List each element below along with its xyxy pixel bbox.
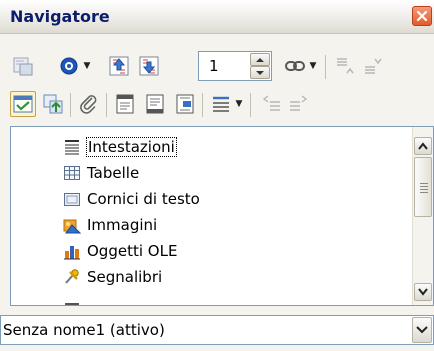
navigation-icon [13, 57, 33, 76]
promote-chapter-button[interactable] [332, 53, 358, 79]
header-button[interactable] [40, 91, 66, 117]
spinner-down-button[interactable] [250, 66, 270, 79]
previous-button[interactable] [106, 53, 132, 79]
header-navigation-icon [116, 94, 134, 114]
list-item-label: Cornici di testo [87, 190, 200, 208]
text-frames-icon [64, 193, 80, 206]
close-button[interactable] [412, 6, 432, 26]
grip-line [420, 192, 428, 193]
header-navigation-button[interactable] [112, 91, 138, 117]
navigator-window: Navigatore ▼ 1 ▼ ▼ Intestazioni Tabelle … [0, 0, 434, 351]
vertical-scrollbar[interactable] [412, 127, 433, 305]
footer-navigation-button[interactable] [142, 91, 168, 117]
content-list[interactable]: Intestazioni Tabelle Cornici di testo Im… [10, 126, 434, 306]
page-number-value[interactable]: 1 [209, 57, 219, 75]
anchor-text-button[interactable] [172, 91, 198, 117]
list-item-partial[interactable] [63, 290, 383, 305]
scroll-down-button[interactable] [414, 283, 432, 301]
spinner-buttons [250, 53, 270, 79]
navigation-dropdown-arrow[interactable]: ▼ [82, 53, 92, 79]
window-title: Navigatore [10, 7, 110, 26]
document-selector-dropdown-button[interactable] [412, 317, 432, 343]
anchor-text-icon [176, 94, 194, 114]
navigation-toggle-button[interactable] [10, 53, 36, 79]
list-item-images[interactable]: Immagini [63, 212, 383, 238]
navigation-menu-button[interactable] [56, 53, 82, 79]
headings-icon [65, 140, 79, 155]
navigation-icon [60, 57, 78, 75]
chevron-up-icon [256, 58, 264, 62]
chevron-down-icon [416, 326, 428, 334]
previous-icon [109, 56, 129, 76]
tables-icon [64, 166, 80, 180]
list-item-label: Segnalibri [87, 268, 163, 286]
chevron-down-icon [256, 71, 264, 75]
demote-level-button[interactable] [286, 91, 312, 117]
list-item-tables[interactable]: Tabelle [63, 160, 383, 186]
scroll-thumb[interactable] [414, 157, 432, 217]
toolbar-separator [250, 93, 251, 117]
toggle-content-button[interactable] [10, 91, 36, 117]
grip-line [420, 189, 428, 190]
heading-levels-icon [213, 96, 229, 112]
demote-chapter-button[interactable] [360, 53, 386, 79]
demote-chapter-icon [365, 58, 382, 74]
document-selector[interactable]: Senza nome1 (attivo) [0, 315, 434, 345]
images-icon [63, 219, 81, 234]
promote-level-icon [262, 95, 280, 111]
heading-levels-button[interactable] [208, 91, 234, 117]
chevron-down-icon [418, 288, 428, 296]
list-item-label: Immagini [87, 216, 158, 234]
list-item-bookmarks[interactable]: Segnalibri [63, 264, 383, 290]
footer-navigation-icon [146, 94, 164, 114]
list-item-label: Tabelle [87, 164, 140, 182]
paperclip-icon [80, 95, 97, 114]
promote-level-button[interactable] [258, 91, 284, 117]
title-bar[interactable]: Navigatore [0, 0, 434, 34]
chevron-up-icon [418, 142, 428, 150]
toolbar-separator [106, 93, 107, 117]
promote-chapter-icon [337, 58, 354, 74]
next-icon [139, 56, 159, 76]
demote-level-icon [290, 95, 308, 111]
hyperlink-chain-icon [285, 61, 305, 71]
document-selector-value: Senza nome1 (attivo) [3, 321, 165, 339]
list-item-ole-objects[interactable]: Oggetti OLE [63, 238, 383, 264]
list-item-label: Oggetti OLE [87, 242, 178, 260]
list-item-icon [65, 303, 79, 305]
header-icon [43, 94, 63, 114]
drag-mode-dropdown-arrow[interactable]: ▼ [308, 53, 318, 79]
ole-objects-icon [64, 246, 80, 260]
next-button[interactable] [136, 53, 162, 79]
list-item-text-frames[interactable]: Cornici di testo [63, 186, 383, 212]
bookmarks-icon [65, 269, 79, 284]
toolbar-separator [70, 93, 71, 117]
scroll-up-button[interactable] [414, 137, 432, 155]
page-spinner[interactable]: 1 [198, 51, 272, 81]
grip-line [420, 186, 428, 187]
spinner-up-button[interactable] [250, 53, 270, 66]
list-item-label: Intestazioni [86, 137, 177, 157]
toolbar-separator [325, 55, 326, 79]
close-icon [416, 10, 428, 22]
grip-line [420, 183, 428, 184]
list-item-headings[interactable]: Intestazioni [63, 134, 383, 160]
drag-mode-button[interactable] [282, 53, 308, 79]
reminder-button[interactable] [76, 91, 102, 117]
toggle-content-icon [13, 95, 33, 113]
toolbar-separator [202, 93, 203, 117]
heading-levels-dropdown-arrow[interactable]: ▼ [234, 91, 244, 117]
